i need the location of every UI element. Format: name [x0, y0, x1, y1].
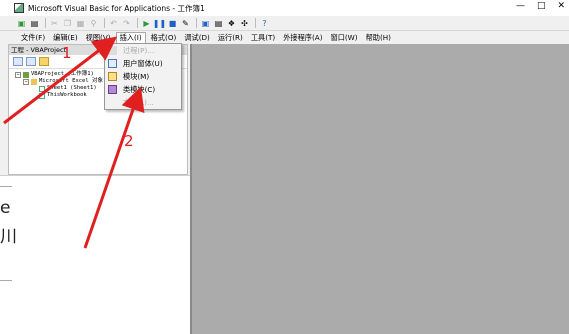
annotation-label-1: 1 — [62, 44, 72, 62]
save-icon[interactable]: ▤ — [29, 18, 40, 29]
menu-format[interactable]: 格式(O) — [148, 32, 180, 44]
redo-icon[interactable]: ↷ — [121, 18, 132, 29]
toolbar-separator — [196, 18, 197, 28]
menu-bar: 文件(F) 编辑(E) 视图(V) 插入(I) 格式(O) 调试(D) 运行(R… — [0, 31, 569, 44]
background-text-fragment: 川 — [0, 227, 17, 247]
collapse-icon[interactable]: − — [15, 71, 21, 78]
vba-app-icon — [14, 3, 24, 13]
object-browser-icon[interactable]: ❖ — [226, 18, 237, 29]
code-workspace[interactable] — [190, 44, 569, 334]
collapse-icon[interactable]: − — [23, 78, 29, 85]
sheet-icon — [39, 85, 45, 92]
menu-item-class-module[interactable]: 类模块(C) — [105, 83, 181, 96]
window-title: Microsoft Visual Basic for Applications … — [28, 3, 205, 13]
menu-view[interactable]: 视图(V) — [83, 32, 114, 44]
annotation-label-2: 2 — [124, 132, 134, 150]
insert-dropdown-menu: 过程(P)... 用户窗体(U) 模块(M) 类模块(C) 文件(L)... — [104, 43, 182, 110]
menu-item-label: 文件(L)... — [123, 97, 154, 107]
tree-node-label: Sheet1 (Sheet1) — [47, 85, 97, 91]
excel-icon[interactable]: ▣ — [16, 18, 27, 29]
copy-icon[interactable]: ❐ — [62, 18, 73, 29]
standard-toolbar: ▣ ▤ ✂ ❐ ▦ ⚲ ↶ ↷ ▶ ❚❚ ■ ✎ ▣ ▤ ❖ ✣ ? — [0, 16, 569, 31]
tree-node-label: VBAProject (工作簿1) — [31, 71, 94, 77]
close-button[interactable]: ✕ — [557, 1, 565, 11]
minimize-button[interactable]: — — [516, 1, 525, 11]
menu-insert[interactable]: 插入(I) — [115, 31, 146, 44]
workbook-icon — [39, 92, 45, 99]
view-code-icon[interactable] — [13, 57, 23, 66]
help-icon[interactable]: ? — [259, 18, 270, 29]
menu-item-label: 过程(P)... — [123, 45, 155, 55]
view-object-icon[interactable] — [26, 57, 36, 66]
vba-project-icon — [23, 71, 29, 78]
run-icon[interactable]: ▶ — [141, 18, 152, 29]
window-controls: — □ ✕ — [516, 1, 565, 11]
find-icon[interactable]: ⚲ — [88, 18, 99, 29]
tree-node-label: Microsoft Excel 对象 — [39, 78, 103, 84]
menu-run[interactable]: 运行(R) — [215, 32, 246, 44]
menu-tools[interactable]: 工具(T) — [248, 32, 278, 44]
title-bar: Microsoft Visual Basic for Applications … — [0, 0, 569, 16]
toolbox-icon[interactable]: ✣ — [239, 18, 250, 29]
menu-item-label: 类模块(C) — [123, 84, 156, 94]
toggle-folders-icon[interactable] — [39, 57, 49, 66]
background-excel-window: e 川 — [0, 175, 190, 334]
menu-item-label: 模块(M) — [123, 71, 150, 81]
module-icon — [108, 72, 117, 81]
folder-icon — [31, 78, 37, 85]
menu-edit[interactable]: 编辑(E) — [50, 32, 81, 44]
class-module-icon — [108, 85, 117, 94]
project-explorer-icon[interactable]: ▣ — [200, 18, 211, 29]
cut-icon[interactable]: ✂ — [49, 18, 60, 29]
menu-item-module[interactable]: 模块(M) — [105, 70, 181, 83]
menu-help[interactable]: 帮助(H) — [363, 32, 394, 44]
menu-addins[interactable]: 外接程序(A) — [280, 32, 325, 44]
toolbar-separator — [137, 18, 138, 28]
undo-icon[interactable]: ↶ — [108, 18, 119, 29]
break-icon[interactable]: ❚❚ — [153, 18, 166, 29]
paste-icon[interactable]: ▦ — [75, 18, 86, 29]
reset-icon[interactable]: ■ — [167, 18, 178, 29]
menu-item-userform[interactable]: 用户窗体(U) — [105, 57, 181, 70]
procedure-icon — [108, 46, 117, 55]
menu-window[interactable]: 窗口(W) — [328, 32, 361, 44]
divider — [0, 280, 12, 281]
background-text-fragment: e — [0, 198, 11, 218]
menu-item-file[interactable]: 文件(L)... — [105, 96, 181, 109]
userform-icon — [108, 59, 117, 68]
menu-file[interactable]: 文件(F) — [18, 32, 48, 44]
design-mode-icon[interactable]: ✎ — [180, 18, 191, 29]
maximize-button[interactable]: □ — [537, 1, 546, 11]
tree-node-label: ThisWorkbook — [47, 92, 87, 98]
menu-item-label: 用户窗体(U) — [123, 58, 163, 68]
toolbar-separator — [45, 18, 46, 28]
toolbar-separator — [255, 18, 256, 28]
properties-icon[interactable]: ▤ — [213, 18, 224, 29]
menu-debug[interactable]: 调试(D) — [181, 32, 213, 44]
menu-item-procedure[interactable]: 过程(P)... — [105, 44, 181, 57]
toolbar-separator — [104, 18, 105, 28]
divider — [0, 186, 12, 187]
blank-icon — [108, 98, 117, 107]
